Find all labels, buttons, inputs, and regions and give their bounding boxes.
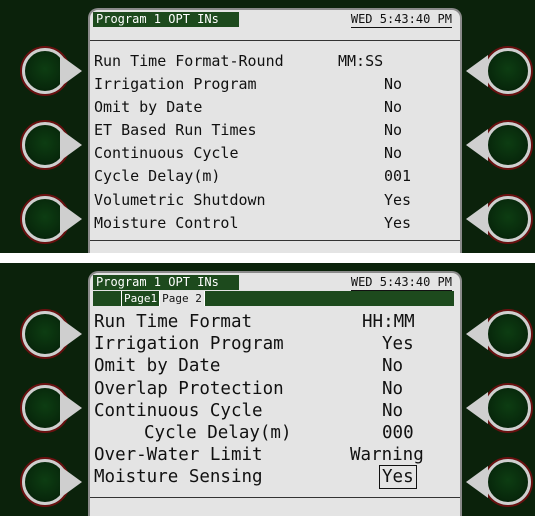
options-list: Run Time Format HH:MM Irrigation Program Y… — [94, 311, 452, 490]
option-row[interactable]: Volumetric Shutdown Yes — [94, 189, 452, 212]
option-label: Irrigation Program — [94, 75, 257, 94]
right-softkey-2[interactable] — [485, 385, 531, 431]
right-softkey-3[interactable] — [485, 196, 531, 242]
right-softkey-1[interactable] — [485, 48, 531, 94]
left-softkey-1-arrow-icon — [60, 55, 82, 87]
screen-title: Program 1 OPT INs — [93, 12, 239, 27]
option-value: No — [382, 356, 404, 377]
controller-panel-2: Program 1 OPT INs WED 5:43:40 PM Page1 Pa… — [0, 263, 535, 516]
page-tab-bar: Page1 Page 2 — [93, 291, 454, 306]
option-value: 001 — [384, 167, 412, 186]
left-softkey-2-arrow-icon — [60, 129, 82, 161]
option-value: No — [384, 121, 403, 140]
screen-header: Program 1 OPT INs WED 5:43:40 PM — [90, 273, 460, 293]
option-label: Omit by Date — [94, 98, 203, 117]
option-value: No — [384, 98, 403, 117]
option-label: Moisture Control — [94, 213, 239, 232]
option-label: Continuous Cycle — [94, 144, 239, 163]
option-row[interactable]: ET Based Run Times No — [94, 119, 452, 142]
left-softkey-3-arrow-icon — [60, 466, 82, 498]
screen-clock: WED 5:43:40 PM — [350, 12, 452, 28]
right-softkey-1[interactable] — [485, 311, 531, 357]
divider — [90, 40, 460, 41]
option-label: Irrigation Program — [94, 334, 284, 355]
option-row-selected[interactable]: Moisture Sensing Yes — [94, 465, 452, 490]
option-label: Volumetric Shutdown — [94, 190, 266, 209]
option-row[interactable]: Cycle Delay(m) 000 — [94, 422, 452, 444]
option-value: 000 — [382, 422, 414, 443]
option-value: HH:MM — [362, 312, 415, 332]
right-softkey-2-arrow-icon — [466, 392, 488, 424]
option-row[interactable]: Moisture Control Yes — [94, 212, 452, 235]
option-label: Continuous Cycle — [94, 400, 263, 421]
divider — [90, 240, 460, 241]
option-row[interactable]: Omit by Date No — [94, 355, 452, 377]
lcd-screen-1: Program 1 OPT INs WED 5:43:40 PM Run Tim… — [88, 8, 462, 253]
option-row[interactable]: Run Time Format-Round MM:SS — [94, 50, 452, 73]
left-softkey-3-arrow-icon — [60, 203, 82, 235]
option-label: Run Time Format-Round — [94, 52, 284, 70]
option-value: No — [384, 144, 403, 163]
option-label: Overlap Protection — [94, 378, 284, 399]
option-value: Yes — [382, 334, 414, 355]
option-value: Yes — [384, 190, 412, 209]
controller-panel-1: Program 1 OPT INs WED 5:43:40 PM Run Tim… — [0, 0, 535, 253]
option-row[interactable]: Overlap Protection No — [94, 378, 452, 400]
option-label: Over-Water Limit — [94, 445, 263, 466]
option-label: Run Time Format — [94, 312, 253, 332]
option-row[interactable]: Omit by Date No — [94, 96, 452, 119]
right-softkey-3[interactable] — [485, 459, 531, 505]
divider — [90, 497, 460, 498]
option-value: Yes — [384, 213, 412, 232]
option-label: Moisture Sensing — [94, 467, 263, 488]
right-softkey-2[interactable] — [485, 122, 531, 168]
option-value-selected[interactable]: Yes — [379, 465, 417, 490]
option-value: No — [382, 378, 404, 399]
left-softkey-1-arrow-icon — [60, 318, 82, 350]
screen-clock: WED 5:43:40 PM — [350, 275, 452, 291]
option-label: Cycle Delay(m) — [94, 167, 221, 186]
options-list: Run Time Format-Round MM:SS Irrigation Pr… — [94, 50, 452, 235]
option-row[interactable]: Run Time Format HH:MM — [94, 311, 452, 333]
option-label: ET Based Run Times — [94, 121, 257, 140]
option-row[interactable]: Continuous Cycle No — [94, 400, 452, 422]
screen-title: Program 1 OPT INs — [93, 275, 239, 290]
right-softkey-3-arrow-icon — [466, 466, 488, 498]
option-value: MM:SS — [338, 52, 384, 70]
option-value: No — [382, 400, 404, 421]
left-softkey-2-arrow-icon — [60, 392, 82, 424]
option-row[interactable]: Over-Water Limit Warning — [94, 444, 452, 466]
option-row[interactable]: Continuous Cycle No — [94, 142, 452, 165]
lcd-screen-2: Program 1 OPT INs WED 5:43:40 PM Page1 Pa… — [88, 271, 462, 516]
tab-page2[interactable]: Page 2 — [159, 291, 205, 306]
option-row[interactable]: Irrigation Program Yes — [94, 333, 452, 355]
option-label: Cycle Delay(m) — [144, 422, 292, 443]
option-label: Omit by Date — [94, 356, 221, 377]
right-softkey-1-arrow-icon — [466, 55, 488, 87]
option-row[interactable]: Irrigation Program No — [94, 73, 452, 96]
right-softkey-2-arrow-icon — [466, 129, 488, 161]
option-row[interactable]: Cycle Delay(m) 001 — [94, 165, 452, 188]
right-softkey-1-arrow-icon — [466, 318, 488, 350]
tab-page1[interactable]: Page1 — [121, 291, 159, 306]
option-value: Warning — [350, 445, 424, 466]
screen-header: Program 1 OPT INs WED 5:43:40 PM — [90, 10, 460, 30]
right-softkey-3-arrow-icon — [466, 203, 488, 235]
option-value: No — [384, 75, 403, 94]
